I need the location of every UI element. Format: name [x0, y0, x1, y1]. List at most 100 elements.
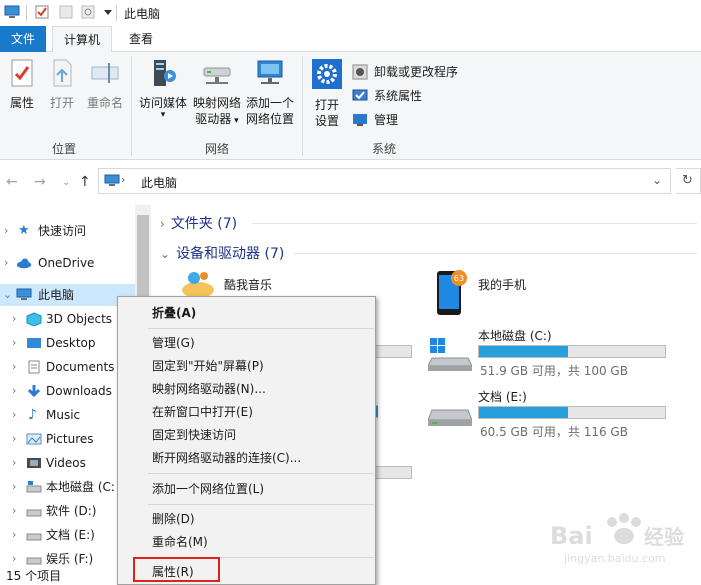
- nav-label: OneDrive: [38, 256, 95, 270]
- add-network-location-button[interactable]: 添加一个 网络位置: [244, 58, 296, 127]
- back-arrow-icon[interactable]: ←: [6, 174, 18, 190]
- uninstall-program-button[interactable]: 卸载或更改程序: [352, 62, 458, 82]
- menu-item-map-drive[interactable]: 映射网络驱动器(N)...: [152, 378, 266, 400]
- chevron-right-icon[interactable]: ›: [12, 332, 16, 354]
- separator: [26, 5, 27, 21]
- up-arrow-icon[interactable]: ↑: [79, 174, 91, 190]
- nav-item-drive-c[interactable]: › 本地磁盘 (C:: [0, 476, 135, 498]
- chevron-right-icon[interactable]: ›: [4, 252, 8, 274]
- system-properties-label: 系统属性: [374, 89, 423, 103]
- tab-computer[interactable]: 计算机: [52, 26, 112, 53]
- recent-locations-icon[interactable]: ⌄: [62, 177, 70, 188]
- customize-dropdown-icon[interactable]: [100, 4, 116, 20]
- chevron-down-icon[interactable]: ⌄: [3, 284, 12, 306]
- access-media-button[interactable]: 访问媒体 ▾: [136, 58, 190, 120]
- properties-check-icon[interactable]: [34, 4, 50, 20]
- windows-drive-icon[interactable]: [428, 336, 472, 372]
- open-settings-button[interactable]: 打开 设置: [306, 58, 348, 129]
- cloud-icon: [16, 258, 32, 269]
- rename-button[interactable]: 重命名: [84, 58, 126, 111]
- chevron-right-icon[interactable]: ›: [12, 404, 16, 426]
- chevron-down-icon[interactable]: ⌄: [652, 173, 662, 187]
- navigation-pane: › ★ 快速访问 › OneDrive ⌄ 此电脑 › 3D Objects ›…: [0, 205, 135, 569]
- nav-item-drive-f[interactable]: › 娱乐 (F:): [0, 548, 135, 569]
- menu-item-rename[interactable]: 重命名(M): [152, 531, 208, 553]
- menu-item-manage[interactable]: 管理(G): [152, 332, 195, 354]
- group-separator: [131, 56, 132, 156]
- svg-text:jingyan.baidu.com: jingyan.baidu.com: [563, 552, 666, 565]
- forward-arrow-icon[interactable]: →: [34, 174, 46, 190]
- chevron-right-icon[interactable]: ›: [12, 548, 16, 569]
- chevron-right-icon[interactable]: ›: [12, 428, 16, 450]
- new-folder-icon[interactable]: [58, 4, 74, 20]
- download-icon: [27, 385, 41, 398]
- drive-c-usage-fill: [479, 346, 569, 357]
- drive-e-name[interactable]: 文档 (E:): [478, 388, 527, 405]
- chevron-right-icon[interactable]: ›: [12, 500, 16, 522]
- menu-separator: [148, 504, 374, 505]
- chevron-right-icon[interactable]: ›: [12, 356, 16, 378]
- system-properties-button[interactable]: 系统属性: [352, 86, 422, 106]
- drive-c-free: 51.9 GB 可用，共 100 GB: [480, 364, 628, 378]
- chevron-down-icon: ⌄: [160, 247, 171, 261]
- refresh-button[interactable]: ↻: [676, 168, 701, 194]
- chevron-right-icon[interactable]: ›: [12, 524, 16, 546]
- address-bar[interactable]: › 此电脑 ⌄: [98, 168, 671, 194]
- menu-item-pin-start[interactable]: 固定到"开始"屏幕(P): [152, 355, 264, 377]
- section-divider: [252, 223, 697, 224]
- nav-item-videos[interactable]: › Videos: [0, 452, 135, 474]
- nav-item-drive-d[interactable]: › 软件 (D:): [0, 500, 135, 522]
- nav-item-desktop[interactable]: › Desktop: [0, 332, 135, 354]
- menu-item-add-network-location[interactable]: 添加一个网络位置(L): [152, 478, 264, 500]
- phone-name[interactable]: 我的手机: [478, 276, 526, 293]
- kuwo-music-name[interactable]: 酷我音乐: [224, 276, 272, 293]
- nav-item-documents[interactable]: › Documents: [0, 356, 135, 378]
- tab-view[interactable]: 查看: [118, 26, 164, 52]
- menu-item-collapse[interactable]: 折叠(A): [152, 302, 196, 324]
- undo-icon[interactable]: [80, 4, 96, 20]
- chevron-right-icon: ›: [160, 217, 165, 231]
- chevron-right-icon[interactable]: ›: [12, 476, 16, 498]
- manage-button[interactable]: 管理: [352, 110, 398, 130]
- chevron-right-icon[interactable]: ›: [4, 220, 8, 242]
- properties-button[interactable]: 属性: [4, 58, 40, 111]
- menu-item-disconnect-drive[interactable]: 断开网络驱动器的连接(C)...: [152, 447, 301, 469]
- system-properties-icon: [352, 89, 368, 101]
- nav-item-3d-objects[interactable]: › 3D Objects: [0, 308, 135, 330]
- add-location-label-2: 网络位置: [245, 112, 294, 126]
- menu-item-open-new-window[interactable]: 在新窗口中打开(E): [152, 401, 253, 423]
- music-icon: ♪: [28, 407, 37, 423]
- nav-label: Videos: [46, 456, 86, 470]
- access-media-label: 访问媒体: [138, 96, 187, 110]
- drive-c-name[interactable]: 本地磁盘 (C:): [478, 327, 552, 344]
- nav-item-drive-e[interactable]: › 文档 (E:): [0, 524, 135, 546]
- drive-bar-partial: [372, 345, 412, 358]
- menu-item-delete[interactable]: 删除(D): [152, 508, 195, 530]
- uninstall-icon: [352, 64, 368, 80]
- nav-item-quick-access[interactable]: › ★ 快速访问: [0, 220, 135, 242]
- chevron-right-icon[interactable]: ›: [12, 308, 16, 330]
- drive-icon[interactable]: [428, 402, 472, 432]
- map-drive-button[interactable]: 映射网络 驱动器 ▾: [190, 58, 244, 129]
- nav-item-this-pc[interactable]: ⌄ 此电脑: [0, 284, 135, 306]
- nav-item-onedrive[interactable]: › OneDrive: [0, 252, 135, 274]
- nav-label: 娱乐 (F:): [46, 552, 94, 566]
- devices-section-header[interactable]: ⌄ 设备和驱动器 (7): [160, 243, 284, 263]
- computer-icon: [16, 288, 32, 300]
- open-button[interactable]: 打开: [44, 58, 80, 111]
- chevron-right-icon[interactable]: ›: [121, 173, 125, 186]
- folders-section-header[interactable]: › 文件夹 (7): [160, 213, 237, 233]
- chevron-right-icon[interactable]: ›: [12, 380, 16, 402]
- media-server-icon: [154, 60, 176, 86]
- nav-item-music[interactable]: › ♪ Music: [0, 404, 135, 426]
- nav-item-pictures[interactable]: › Pictures: [0, 428, 135, 450]
- tab-file[interactable]: 文件: [0, 26, 46, 52]
- open-settings-label-1: 打开: [314, 98, 339, 112]
- menu-item-pin-quick-access[interactable]: 固定到快速访问: [152, 424, 236, 446]
- phone-icon[interactable]: 63: [434, 267, 470, 319]
- svg-text:Bai: Bai: [550, 522, 593, 550]
- chevron-right-icon[interactable]: ›: [12, 452, 16, 474]
- gear-icon: [312, 59, 342, 89]
- nav-item-downloads[interactable]: › Downloads: [0, 380, 135, 402]
- computer-icon[interactable]: [4, 4, 20, 20]
